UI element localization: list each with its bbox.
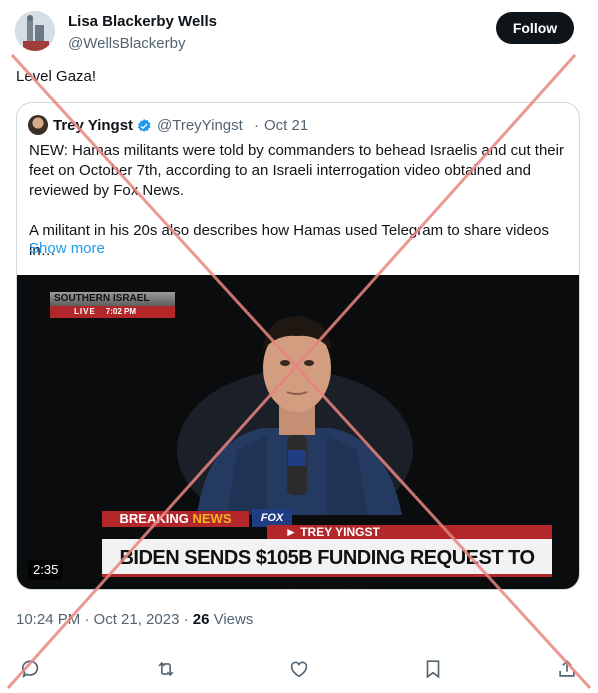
- retweet-icon[interactable]: [155, 658, 177, 680]
- headline-banner: BIDEN SENDS $105B FUNDING REQUEST TO CON…: [102, 539, 552, 589]
- quoted-tweet[interactable]: Trey Yingst @TreyYingst · Oct 21 NEW: Ha…: [16, 102, 580, 590]
- breaking-news-banner: BREAKING NEWS: [102, 511, 249, 527]
- avatar-image: [15, 11, 55, 51]
- reply-icon[interactable]: [20, 658, 42, 680]
- follow-button[interactable]: Follow: [496, 12, 574, 44]
- time-label: 7:02 PM: [105, 307, 137, 316]
- author-name[interactable]: Lisa Blackerby Wells: [68, 13, 217, 30]
- quote-paragraph: A militant in his 20s also describes how…: [29, 222, 549, 259]
- quote-paragraph: NEW: Hamas militants were told by comman…: [29, 142, 564, 199]
- quote-separator: ·: [254, 117, 259, 134]
- show-more-link[interactable]: Show more: [29, 240, 105, 257]
- author-handle[interactable]: @WellsBlackerby: [68, 35, 185, 52]
- author-avatar[interactable]: [15, 11, 55, 51]
- bookmark-icon[interactable]: [422, 658, 444, 680]
- quote-author-name[interactable]: Trey Yingst: [53, 117, 133, 134]
- share-icon[interactable]: [556, 658, 578, 680]
- like-icon[interactable]: [288, 658, 310, 680]
- breaking-label: BREAKING: [119, 511, 189, 526]
- views-count: 26: [192, 611, 210, 628]
- quote-author-handle[interactable]: @TreyYingst: [157, 117, 243, 134]
- tweet-text: Level Gaza!: [16, 68, 97, 85]
- quote-date[interactable]: Oct 21: [264, 117, 308, 134]
- news-lower-third: BREAKING NEWS FOX ► TREY YINGST BIDEN SE…: [102, 509, 552, 589]
- quote-text: NEW: Hamas militants were told by comman…: [29, 141, 569, 261]
- location-graphic: SOUTHERN ISRAEL LIVE 7:02 PM: [50, 292, 175, 320]
- news-label: NEWS: [192, 511, 232, 526]
- reporter-name-label: ► TREY YINGST: [285, 525, 380, 539]
- video-duration: 2:35: [28, 560, 64, 580]
- video-player[interactable]: SOUTHERN ISRAEL LIVE 7:02 PM BREAKING NEW…: [17, 275, 579, 589]
- quote-author-avatar[interactable]: [28, 115, 48, 135]
- tweet-timestamp[interactable]: 10:24 PM · Oct 21, 2023 ·: [16, 611, 193, 628]
- tweet-meta: 10:24 PM · Oct 21, 2023 · 26 Views: [16, 611, 253, 628]
- location-label: SOUTHERN ISRAEL: [54, 293, 150, 304]
- verified-badge-icon: [137, 119, 151, 132]
- views-label: Views: [209, 611, 254, 628]
- live-label: LIVE: [74, 307, 96, 316]
- reporter-figure: [177, 316, 413, 515]
